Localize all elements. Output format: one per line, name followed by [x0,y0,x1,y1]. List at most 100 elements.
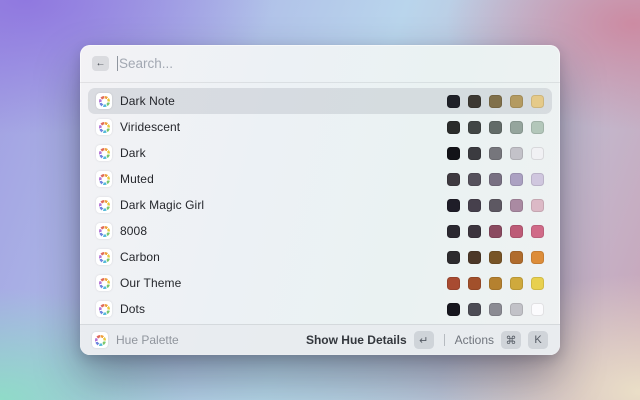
hue-palette-ring-icon [98,251,110,263]
list-item[interactable]: Dark Note [88,88,552,114]
icon-tile [96,93,112,109]
color-swatch [489,224,502,238]
color-swatch [489,94,502,108]
color-swatch [531,250,544,264]
hue-palette-ring-icon [98,147,110,159]
icon-tile [96,171,112,187]
color-swatch [510,172,523,186]
swatch-group [447,198,544,212]
color-swatch [510,302,523,316]
swatch-group [447,276,544,290]
color-swatch [531,276,544,290]
color-swatch [468,146,481,160]
hue-palette-ring-icon [98,277,110,289]
theme-name: Carbon [120,250,160,264]
hue-palette-ring-icon [94,334,106,346]
list-item[interactable]: Our Theme [88,270,552,296]
icon-tile [92,332,108,348]
command-palette-window: ← Dark Note Viridescent [80,45,560,355]
color-swatch [468,224,481,238]
swatch-group [447,94,544,108]
color-swatch [510,198,523,212]
icon-tile [96,197,112,213]
color-swatch [489,146,502,160]
theme-name: Dark Magic Girl [120,198,205,212]
color-swatch [531,198,544,212]
color-swatch [468,198,481,212]
color-swatch [447,302,460,316]
back-arrow-icon: ← [95,58,106,69]
color-swatch [531,120,544,134]
color-swatch [447,172,460,186]
color-swatch [510,250,523,264]
color-swatch [531,172,544,186]
color-swatch [510,120,523,134]
list-item[interactable]: Muted [88,166,552,192]
list-item[interactable]: Dark Magic Girl [88,192,552,218]
color-swatch [468,172,481,186]
color-swatch [489,198,502,212]
hue-palette-ring-icon [98,173,110,185]
color-swatch [489,120,502,134]
extension-name: Hue Palette [116,333,179,347]
theme-list: Dark Note Viridescent Dark Muted Dark Ma… [80,83,560,324]
footer-left: Hue Palette [92,332,298,348]
color-swatch [468,250,481,264]
color-swatch [510,146,523,160]
list-item[interactable]: Carbon [88,244,552,270]
swatch-group [447,250,544,264]
icon-tile [96,275,112,291]
hue-palette-ring-icon [98,95,110,107]
color-swatch [489,250,502,264]
icon-tile [96,119,112,135]
theme-name: Viridescent [120,120,181,134]
color-swatch [510,94,523,108]
color-swatch [510,276,523,290]
swatch-group [447,120,544,134]
theme-name: Dark Note [120,94,175,108]
search-input[interactable] [118,56,548,71]
theme-name: Dots [120,302,146,316]
hue-palette-ring-icon [98,121,110,133]
color-swatch [468,276,481,290]
color-swatch [447,276,460,290]
primary-action-button[interactable]: Show Hue Details [306,333,407,347]
swatch-group [447,224,544,238]
back-button[interactable]: ← [92,56,109,71]
color-swatch [447,146,460,160]
color-swatch [468,302,481,316]
list-item[interactable]: Dots [88,296,552,322]
hue-palette-ring-icon [98,303,110,315]
list-item[interactable]: 8008 [88,218,552,244]
footer: Hue Palette Show Hue Details ↵ Actions ⌘… [80,324,560,355]
color-swatch [531,224,544,238]
return-key-icon: ↵ [413,331,434,349]
search-bar: ← [80,45,560,83]
icon-tile [96,301,112,317]
actions-button[interactable]: Actions [455,333,494,347]
theme-name: 8008 [120,224,148,238]
theme-name: Muted [120,172,154,186]
color-swatch [510,224,523,238]
hue-palette-ring-icon [98,225,110,237]
list-item[interactable]: Viridescent [88,114,552,140]
color-swatch [447,120,460,134]
theme-name: Dark [120,146,146,160]
k-key-icon: K [528,331,548,349]
color-swatch [447,94,460,108]
footer-right: Show Hue Details ↵ Actions ⌘ K [306,331,548,349]
list-item[interactable]: Dark [88,140,552,166]
icon-tile [96,249,112,265]
color-swatch [531,302,544,316]
icon-tile [96,145,112,161]
color-swatch [531,94,544,108]
color-swatch [489,302,502,316]
icon-tile [96,223,112,239]
color-swatch [489,276,502,290]
hue-palette-ring-icon [98,199,110,211]
color-swatch [447,198,460,212]
swatch-group [447,302,544,316]
color-swatch [531,146,544,160]
command-key-icon: ⌘ [501,331,521,349]
color-swatch [489,172,502,186]
